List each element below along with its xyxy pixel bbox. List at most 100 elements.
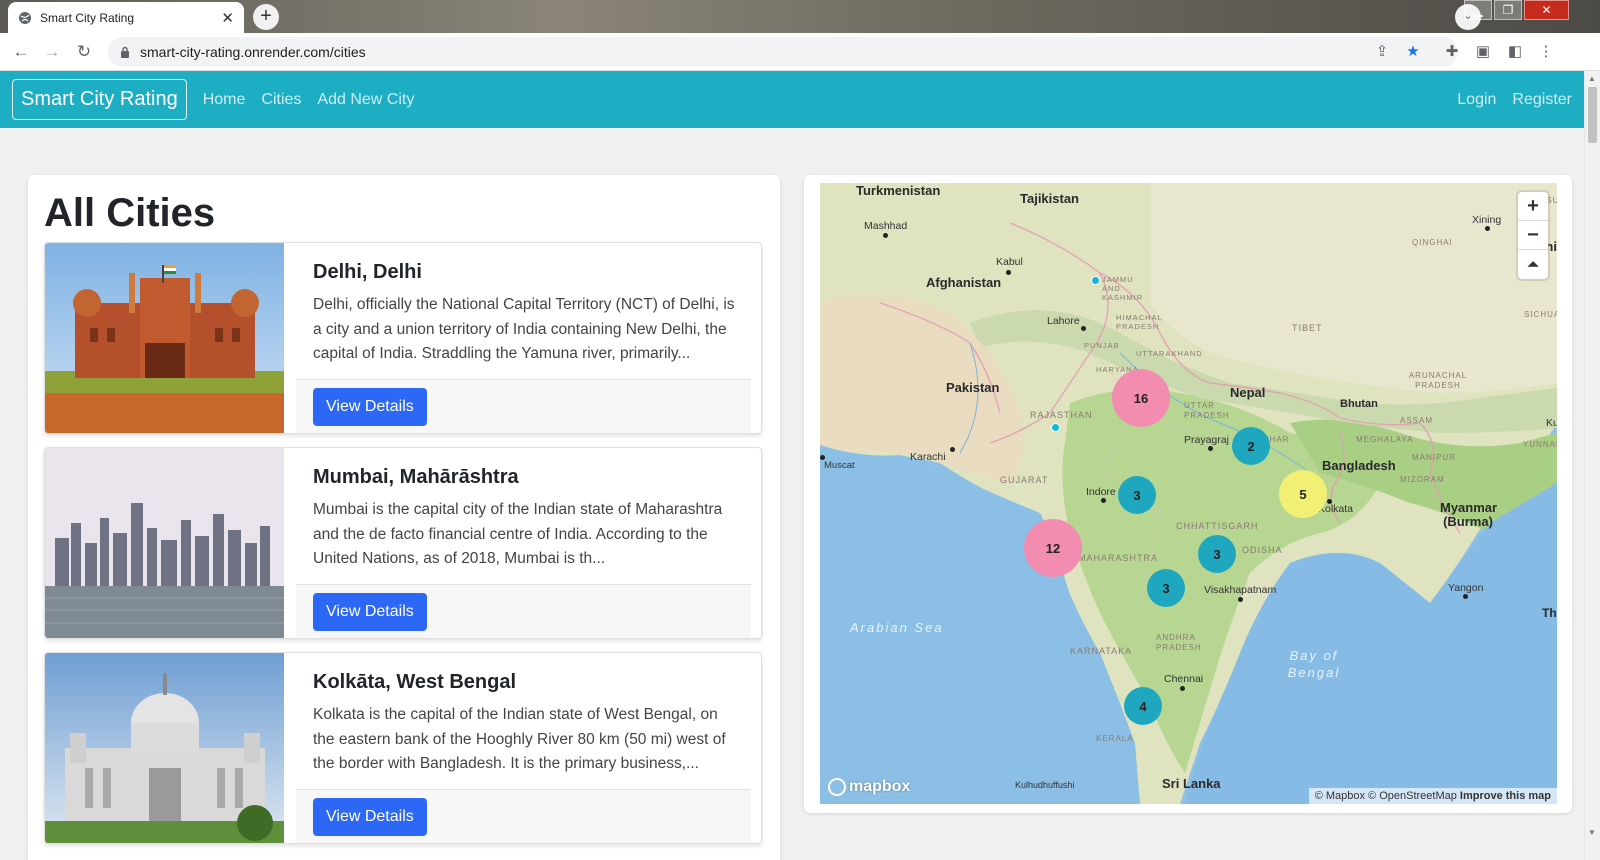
city-marker-dot: [883, 233, 888, 238]
map-label-city: Visakhapatnam: [1204, 584, 1277, 596]
view-details-button-delhi[interactable]: View Details: [313, 388, 427, 426]
map-cluster[interactable]: 2: [1232, 427, 1270, 465]
improve-map-link[interactable]: Improve this map: [1460, 790, 1551, 802]
card-footer: View Details: [296, 584, 751, 638]
map-label-state: RAJASTHAN: [1030, 410, 1093, 420]
bookmark-star-icon[interactable]: ★: [1403, 42, 1423, 62]
mapbox-logo[interactable]: mapbox: [828, 778, 910, 796]
map-label-sea: Bay of Bengal: [1287, 648, 1341, 680]
nav-link-add-new-city[interactable]: Add New City: [317, 91, 414, 109]
new-tab-button[interactable]: +: [253, 4, 279, 30]
map-cluster[interactable]: 3: [1198, 535, 1236, 573]
city-single-point[interactable]: [1051, 423, 1060, 432]
map-label-state: ARUNACHAL PRADESH: [1408, 371, 1468, 390]
map-cluster[interactable]: 16: [1112, 369, 1170, 427]
map-label-city: Mashhad: [864, 220, 908, 232]
map-cluster[interactable]: 3: [1118, 476, 1156, 514]
nav-link-cities[interactable]: Cities: [261, 91, 301, 109]
city-image-mumbai: [45, 448, 284, 638]
card-body: Kolkāta, West Bengal Kolkata is the capi…: [284, 653, 761, 843]
city-description: Mumbai is the capital city of the Indian…: [313, 501, 723, 567]
map-navigation-control: + − ⏶: [1518, 192, 1548, 279]
cities-list-panel: All Cities Delhi, Delhi Delhi, officiall…: [28, 175, 780, 860]
city-card-delhi: Delhi, Delhi Delhi, officially the Natio…: [44, 242, 762, 434]
city-marker-dot: [1180, 686, 1185, 691]
map-label-state: JAMMU AND KASHMIR: [1102, 275, 1144, 302]
map-label-city: Prayagraj: [1184, 434, 1229, 446]
compass-reset-north-button[interactable]: ⏶: [1518, 250, 1548, 279]
city-title: Delhi, Delhi: [313, 261, 422, 283]
city-marker-dot: [1485, 226, 1490, 231]
city-marker-dot: [1208, 446, 1213, 451]
nav-link-register[interactable]: Register: [1512, 91, 1572, 109]
zoom-out-button[interactable]: −: [1518, 221, 1548, 250]
map-label-state: PUNJAB: [1084, 341, 1120, 350]
map-label-country: Myanmar (Burma): [1440, 500, 1498, 529]
map-label-country: Bhutan: [1340, 398, 1378, 410]
map-label-state: CHHATTISGARH: [1176, 521, 1259, 531]
mapbox-logo-text: mapbox: [849, 778, 911, 795]
maximize-button[interactable]: ❐: [1494, 0, 1522, 20]
map-label-city: Muscat: [824, 460, 855, 471]
forward-arrow-icon[interactable]: →: [40, 40, 64, 64]
card-body: Mumbai, Mahārāshtra Mumbai is the capita…: [284, 448, 761, 638]
tab-close-icon[interactable]: ✕: [221, 9, 234, 27]
map-cluster[interactable]: 5: [1279, 470, 1327, 518]
address-bar[interactable]: smart-city-rating.onrender.com/cities: [108, 37, 1458, 67]
mapbox-logo-icon: [828, 778, 846, 796]
city-single-point[interactable]: [1091, 276, 1100, 285]
map-label-country: Nepal: [1230, 385, 1266, 400]
map-label-city: Chennai: [1164, 673, 1204, 685]
zoom-in-button[interactable]: +: [1518, 192, 1548, 221]
scroll-thumb[interactable]: [1588, 87, 1597, 143]
map-label-sea: Arabian Sea: [850, 620, 944, 635]
map-cluster[interactable]: 4: [1124, 687, 1162, 725]
city-marker-dot: [1081, 326, 1086, 331]
map-attribution: © Mapbox © OpenStreetMap Improve this ma…: [1308, 788, 1557, 804]
view-details-button-mumbai[interactable]: View Details: [313, 593, 427, 631]
globe-icon: [19, 11, 31, 24]
scroll-down-arrow-icon[interactable]: ▼: [1588, 828, 1596, 837]
side-panel-icon[interactable]: ▣: [1473, 42, 1493, 62]
page-scrollbar[interactable]: ▲ ▼: [1584, 71, 1600, 860]
map-label-state: GUJARAT: [1000, 475, 1049, 485]
nav-link-home[interactable]: Home: [203, 91, 246, 109]
map-label-city: Indore: [1086, 486, 1116, 498]
extensions-icon[interactable]: ✚: [1442, 42, 1462, 62]
map-label-country: Bangladesh: [1322, 458, 1396, 473]
map-label-country: Thai: [1542, 606, 1557, 620]
map-label-country: Afghanistan: [926, 275, 1002, 290]
brand-link[interactable]: Smart City Rating: [12, 79, 187, 120]
window-close-button[interactable]: ✕: [1524, 0, 1569, 20]
city-marker-dot: [1006, 270, 1011, 275]
view-details-button-kolkata[interactable]: View Details: [313, 798, 427, 836]
card-footer: View Details: [296, 789, 751, 843]
menu-kebab-icon[interactable]: ⋮: [1536, 42, 1556, 62]
lock-icon: [121, 46, 129, 58]
cluster-map[interactable]: Turkmenistan Tajikistan Afghanistan Paki…: [820, 183, 1557, 804]
profile-avatar[interactable]: ◧: [1505, 42, 1525, 62]
map-label-country: Tajikistan: [1020, 191, 1080, 206]
map-label-state: YUNNAN: [1523, 440, 1557, 449]
map-cluster[interactable]: 3: [1147, 569, 1185, 607]
browser-tab[interactable]: Smart City Rating ✕: [8, 2, 244, 33]
map-label-country: Ku: [1546, 417, 1557, 429]
back-arrow-icon[interactable]: ←: [9, 40, 33, 64]
map-label-state: QINGHAI: [1412, 238, 1453, 247]
nav-auth-links: Login Register: [1441, 91, 1572, 109]
share-icon[interactable]: ⇪: [1372, 42, 1392, 62]
map-label-state: UTTARAKHAND: [1136, 349, 1203, 358]
reload-icon[interactable]: ↻: [72, 40, 96, 64]
map-label-city: Kulhudhuffushi: [1015, 780, 1075, 790]
map-label-state: TIBET: [1292, 323, 1323, 333]
city-card-kolkata: Kolkāta, West Bengal Kolkata is the capi…: [44, 652, 762, 844]
map-label-city: Kabul: [996, 256, 1023, 268]
map-cluster[interactable]: 12: [1024, 519, 1082, 577]
attribution-text[interactable]: © Mapbox © OpenStreetMap: [1315, 790, 1457, 802]
scroll-up-arrow-icon[interactable]: ▲: [1588, 74, 1596, 83]
map-label-state: ASSAM: [1400, 416, 1434, 425]
city-card-mumbai: Mumbai, Mahārāshtra Mumbai is the capita…: [44, 447, 762, 639]
minimize-button[interactable]: ▁: [1464, 0, 1492, 20]
nav-link-login[interactable]: Login: [1457, 91, 1496, 109]
tab-title: Smart City Rating: [40, 10, 135, 25]
